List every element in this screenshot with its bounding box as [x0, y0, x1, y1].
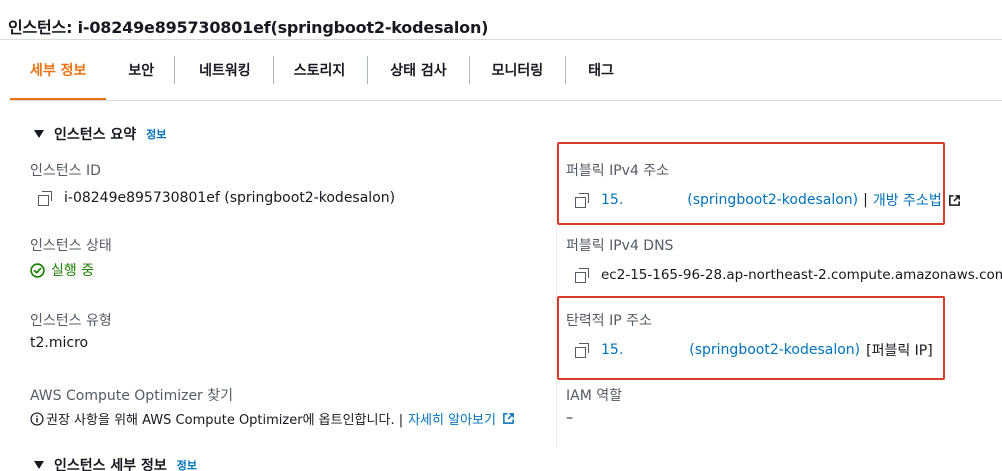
tab-security-label: 보안: [128, 63, 155, 79]
iam-role-label: IAM 역할: [566, 388, 622, 404]
tab-storage[interactable]: 스토리지: [274, 40, 368, 100]
elastic-ip-address[interactable]: 15.: [601, 342, 623, 358]
open-address-link[interactable]: 개방 주소법: [873, 190, 942, 210]
tab-status-checks-label: 상태 검사: [390, 63, 447, 79]
tab-status-checks[interactable]: 상태 검사: [368, 40, 468, 100]
info-icon: [30, 411, 44, 426]
tab-details[interactable]: 세부 정보: [10, 40, 107, 101]
instance-state-label: 인스턴스 상태: [30, 238, 112, 254]
instance-type-label: 인스턴스 유형: [30, 313, 112, 329]
highlight-box-public-ipv4: [557, 142, 945, 225]
tab-networking[interactable]: 네트워킹: [175, 40, 273, 100]
caret-down-icon: [34, 461, 44, 469]
tab-tags-label: 태그: [588, 63, 614, 79]
tab-monitoring-label: 모니터링: [491, 63, 544, 79]
check-circle-icon: [30, 262, 45, 278]
elastic-ip-instance-name[interactable]: (springboot2-kodesalon): [689, 342, 860, 358]
instance-summary-title: 인스턴스 요약: [54, 127, 137, 143]
separator: |: [863, 192, 868, 208]
compute-optimizer-hint: 권장 사항을 위해 AWS Compute Optimizer에 옵트인합니다.…: [30, 409, 515, 428]
instance-details-toggle[interactable]: 인스턴스 세부 정보 정보: [34, 455, 197, 471]
learn-more-link[interactable]: 자세히 알아보기: [408, 409, 496, 428]
copy-icon[interactable]: [575, 343, 589, 358]
public-dns-label: 퍼블릭 IPv4 DNS: [566, 238, 674, 254]
elastic-ip-label: 탄력적 IP 주소: [566, 313, 652, 329]
elastic-ip-value: 15. (springboot2-kodesalon) [퍼블릭 IP]: [575, 340, 933, 360]
external-link-icon[interactable]: [502, 412, 515, 425]
tab-details-label: 세부 정보: [30, 63, 87, 79]
public-ipv4-instance-name[interactable]: (springboot2-kodesalon): [687, 192, 858, 208]
page-title: 인스턴스: i-08249e895730801ef(springboot2-ko…: [8, 18, 489, 37]
column-divider: [556, 148, 557, 448]
instance-details-info-link[interactable]: 정보: [177, 457, 197, 471]
instance-state-text: 실행 중: [51, 263, 95, 279]
instance-state-value: 실행 중: [30, 260, 94, 280]
elastic-ip-tag: [퍼블릭 IP]: [866, 343, 933, 359]
compute-optimizer-label: AWS Compute Optimizer 찾기: [30, 388, 234, 404]
copy-icon[interactable]: [38, 191, 52, 206]
public-dns-value: ec2-15-165-96-28.ap-northeast-2.compute.…: [575, 265, 1002, 285]
tab-tags[interactable]: 태그: [566, 40, 636, 100]
caret-down-icon: [34, 130, 44, 138]
tab-security[interactable]: 보안: [106, 40, 174, 100]
public-ipv4-ip[interactable]: 15.: [601, 192, 623, 208]
public-ipv4-label: 퍼블릭 IPv4 주소: [566, 163, 670, 179]
instance-type-value: t2.micro: [30, 335, 89, 351]
instance-details-title: 인스턴스 세부 정보: [54, 458, 167, 471]
tab-bar: 세부 정보 보안 네트워킹 스토리지 상태 검사 모니터링 태그: [10, 40, 1002, 101]
compute-optimizer-text: 권장 사항을 위해 AWS Compute Optimizer에 옵트인합니다.…: [46, 413, 404, 428]
tab-monitoring[interactable]: 모니터링: [470, 40, 566, 100]
instance-id-value: i-08249e895730801ef (springboot2-kodesal…: [38, 190, 395, 206]
public-dns-text: ec2-15-165-96-28.ap-northeast-2.compute.…: [601, 267, 1002, 283]
copy-icon[interactable]: [575, 268, 589, 283]
instance-id-text: i-08249e895730801ef (springboot2-kodesal…: [64, 190, 396, 206]
external-link-icon[interactable]: [948, 194, 961, 207]
tab-bar-divider: [10, 100, 1002, 101]
copy-icon[interactable]: [575, 193, 589, 208]
public-ipv4-value: 15. (springboot2-kodesalon) | 개방 주소법: [575, 190, 961, 210]
instance-summary-info-link[interactable]: 정보: [146, 126, 166, 142]
tab-storage-label: 스토리지: [293, 63, 346, 79]
instance-summary-toggle[interactable]: 인스턴스 요약 정보: [34, 124, 166, 144]
tab-networking-label: 네트워킹: [199, 63, 251, 79]
iam-role-value: –: [566, 410, 573, 426]
instance-id-label: 인스턴스 ID: [30, 163, 101, 179]
highlight-box-elastic-ip: [557, 296, 945, 380]
